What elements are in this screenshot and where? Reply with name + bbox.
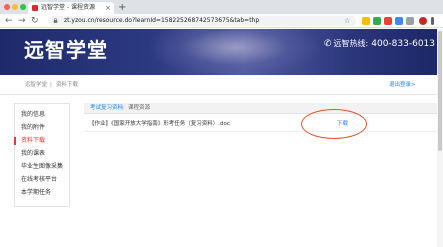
profile-avatar[interactable] <box>419 17 427 25</box>
bookmark-star-icon[interactable]: ☆ <box>344 16 350 26</box>
hotline-label: 远智热线: <box>333 39 369 48</box>
extension-icon[interactable] <box>384 17 392 25</box>
hotline: ✆ 远智热线: 400-833-6013 <box>324 38 435 50</box>
browser-tab-bar: 远智学堂 - 课程资源 × + <box>0 0 443 14</box>
extension-icon[interactable] <box>395 17 403 25</box>
breadcrumb-home[interactable]: 远智学堂 <box>25 80 47 90</box>
favicon-icon <box>32 5 38 11</box>
resource-tabs: 考试复习资料 | 课程资源 <box>84 103 438 114</box>
forward-icon[interactable]: → <box>18 15 26 27</box>
new-tab-button[interactable]: + <box>118 2 126 13</box>
page-scrollbar[interactable] <box>437 29 443 247</box>
address-bar[interactable]: zt.yzou.cn/resource.do?learnId=158225268… <box>48 16 356 26</box>
tab-separator: | <box>122 105 124 111</box>
url-text: zt.yzou.cn/resource.do?learnId=158225268… <box>64 17 260 24</box>
browser-tab[interactable]: 远智学堂 - 课程资源 × <box>28 2 114 14</box>
extension-icon[interactable] <box>373 17 381 25</box>
site-logo[interactable]: 远智学堂 <box>24 37 108 63</box>
browser-toolbar: ← → ↻ zt.yzou.cn/resource.do?learnId=158… <box>0 14 443 28</box>
sidebar-item-my-info[interactable]: 我的信息 <box>21 110 45 120</box>
sidebar-item-my-schedule[interactable]: 我的课表 <box>21 149 45 159</box>
menu-dots-icon[interactable] <box>431 17 434 25</box>
extension-icon[interactable] <box>406 17 414 25</box>
banner-background-photo <box>150 29 320 75</box>
resource-panel: 考试复习资料 | 课程资源 【作业】《国家开放大学指南》形考任务（复习资料）.d… <box>84 103 438 139</box>
file-name: 【作业】《国家开放大学指南》形考任务（复习资料）.doc <box>89 121 230 127</box>
sidebar-item-my-attachments[interactable]: 我的附件 <box>21 123 45 133</box>
file-row: 【作业】《国家开放大学指南》形考任务（复习资料）.doc 下载 <box>84 116 438 132</box>
sidebar-item-graduate-photo[interactable]: 毕业生图像采集 <box>21 162 63 172</box>
sidebar-item-online-exam[interactable]: 在线考核平台 <box>21 175 57 185</box>
phone-icon: ✆ <box>324 39 332 49</box>
tab-exam-review[interactable]: 考试复习资料 <box>90 103 123 114</box>
close-window-button[interactable] <box>4 4 10 10</box>
sidebar-item-downloads[interactable]: 资料下载 <box>21 136 45 146</box>
breadcrumb-current: 资料下载 <box>56 82 79 88</box>
extension-icon[interactable] <box>362 17 370 25</box>
hotline-number: 400-833-6013 <box>371 39 436 49</box>
site-banner: 远智学堂 ✆ 远智热线: 400-833-6013 <box>0 29 443 75</box>
maximize-window-button[interactable] <box>20 4 26 10</box>
tab-course-resources[interactable]: 课程资源 <box>128 103 150 114</box>
tab-close-icon[interactable]: × <box>105 3 111 13</box>
reload-icon[interactable]: ↻ <box>31 15 39 27</box>
minimize-window-button[interactable] <box>12 4 18 10</box>
sidebar: 我的信息 我的附件 资料下载 我的课表 毕业生图像采集 在线考核平台 本学期任务 <box>14 103 70 207</box>
back-icon[interactable]: ← <box>5 15 13 27</box>
lock-icon <box>53 18 58 23</box>
active-indicator <box>14 137 16 145</box>
highlight-annotation-circle <box>301 109 367 139</box>
breadcrumb: 远智学堂 | 资料下载 退出登录> <box>0 75 443 95</box>
tab-title: 远智学堂 - 课程资源 <box>41 4 95 11</box>
logout-link[interactable]: 退出登录> <box>389 80 416 90</box>
scrollbar-thumb[interactable] <box>438 31 442 151</box>
sidebar-item-semester-tasks[interactable]: 本学期任务 <box>21 188 51 198</box>
breadcrumb-separator: | <box>50 82 52 88</box>
